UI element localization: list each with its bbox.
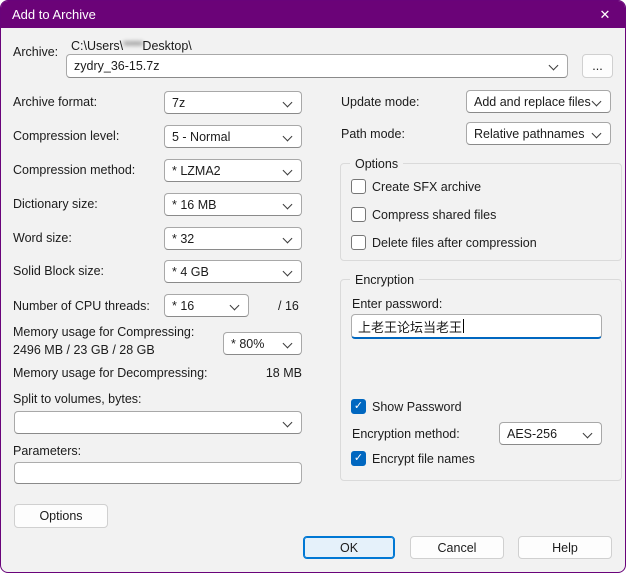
path-mode-label: Path mode: [341,127,405,141]
chevron-down-icon[interactable] [282,199,294,211]
chevron-down-icon[interactable] [282,97,294,109]
compression-level-combobox[interactable]: 5 - Normal [164,125,302,148]
archive-path-redacted: ***** [123,39,143,53]
enter-password-label: Enter password: [352,297,443,311]
archive-label: Archive: [13,45,59,59]
add-to-archive-dialog: Add to Archive ✕ Archive: C:\Users\*****… [0,0,626,573]
chevron-down-icon[interactable] [548,60,560,72]
show-password-checkbox[interactable]: ✓ [351,399,366,414]
memory-decompressing-label: Memory usage for Decompressing: [13,366,208,380]
memory-compressing-detail: 2496 MB / 23 GB / 28 GB [13,343,155,357]
cpu-threads-combobox[interactable]: * 16 [164,294,249,317]
parameters-label: Parameters: [13,444,82,458]
compression-method-label: Compression method: [13,163,136,177]
delete-after-label[interactable]: Delete files after compression [372,234,537,252]
encrypt-file-names-label[interactable]: Encrypt file names [372,450,475,468]
path-mode-combobox[interactable]: Relative pathnames [466,122,611,145]
compress-shared-label[interactable]: Compress shared files [372,206,496,224]
solid-block-size-label: Solid Block size: [13,264,105,278]
chevron-down-icon[interactable] [282,417,294,429]
delete-after-checkbox[interactable]: ✓ [351,235,366,250]
help-button[interactable]: Help [518,536,612,559]
chevron-down-icon[interactable] [282,266,294,278]
chevron-down-icon[interactable] [229,300,241,312]
options-button[interactable]: Options [14,504,108,528]
archive-format-label: Archive format: [13,95,98,109]
compression-level-value: 5 - Normal [172,129,231,144]
memory-compressing-combobox[interactable]: * 80% [223,332,302,355]
memory-compressing-value: * 80% [231,336,265,351]
cpu-threads-label: Number of CPU threads: [13,299,150,313]
cancel-button-label: Cancel [437,540,477,555]
check-icon: ✓ [353,452,364,464]
compression-method-value: * LZMA2 [172,163,221,178]
close-icon: ✕ [599,6,611,22]
create-sfx-checkbox[interactable]: ✓ [351,179,366,194]
window-title: Add to Archive [12,7,96,22]
close-button[interactable]: ✕ [585,1,625,28]
chevron-down-icon[interactable] [582,428,594,440]
chevron-down-icon[interactable] [591,128,603,140]
word-size-combobox[interactable]: * 32 [164,227,302,250]
solid-block-size-value: * 4 GB [172,264,209,279]
options-button-label: Options [39,509,83,523]
archive-name-combobox[interactable]: zydry_36-15.7z [66,54,568,78]
browse-button-label: ... [592,59,603,73]
word-size-label: Word size: [13,231,72,245]
archive-path-prefix: C:\Users\ [71,39,124,53]
title-bar[interactable]: Add to Archive [1,1,625,28]
dictionary-size-combobox[interactable]: * 16 MB [164,193,302,216]
options-group-title: Options [350,155,404,173]
help-button-label: Help [552,540,578,555]
encryption-method-value: AES-256 [507,426,558,441]
update-mode-value: Add and replace files [474,94,591,109]
update-mode-combobox[interactable]: Add and replace files [466,90,611,113]
encryption-method-label: Encryption method: [352,427,460,441]
cpu-threads-total: / 16 [278,299,299,313]
chevron-down-icon[interactable] [591,96,603,108]
chevron-down-icon[interactable] [282,165,294,177]
compression-level-label: Compression level: [13,129,120,143]
split-volumes-combobox[interactable] [14,411,302,434]
archive-format-value: 7z [172,95,186,110]
cancel-button[interactable]: Cancel [410,536,504,559]
dictionary-size-value: * 16 MB [172,197,217,212]
ok-button-label: OK [339,540,359,555]
encrypt-file-names-checkbox[interactable]: ✓ [351,451,366,466]
chevron-down-icon[interactable] [282,131,294,143]
create-sfx-label[interactable]: Create SFX archive [372,178,481,196]
password-input[interactable]: 上老王论坛当老王 [351,314,602,339]
archive-format-combobox[interactable]: 7z [164,91,302,114]
browse-button[interactable]: ... [582,54,613,78]
compression-method-combobox[interactable]: * LZMA2 [164,159,302,182]
solid-block-size-combobox[interactable]: * 4 GB [164,260,302,283]
memory-decompressing-value: 18 MB [265,366,302,380]
show-password-label[interactable]: Show Password [372,398,462,416]
password-value: 上老王论坛当老王 [358,319,463,335]
encryption-group-title: Encryption [350,271,420,289]
archive-path-suffix: Desktop\ [142,39,192,53]
update-mode-label: Update mode: [341,95,420,109]
memory-compressing-label: Memory usage for Compressing: [13,325,195,339]
archive-filename: zydry_36-15.7z [74,59,160,73]
word-size-value: * 32 [172,231,195,246]
split-volumes-label: Split to volumes, bytes: [13,392,142,406]
chevron-down-icon[interactable] [282,233,294,245]
text-cursor-caret [463,319,465,333]
compress-shared-checkbox[interactable]: ✓ [351,207,366,222]
parameters-input[interactable] [14,462,302,484]
check-icon: ✓ [353,400,364,412]
dictionary-size-label: Dictionary size: [13,197,98,211]
encryption-method-combobox[interactable]: AES-256 [499,422,602,445]
chevron-down-icon[interactable] [282,338,294,350]
archive-path: C:\Users\*****Desktop\ [71,37,192,55]
ok-button[interactable]: OK [303,536,395,559]
path-mode-value: Relative pathnames [474,126,585,141]
cpu-threads-value: * 16 [172,298,195,313]
